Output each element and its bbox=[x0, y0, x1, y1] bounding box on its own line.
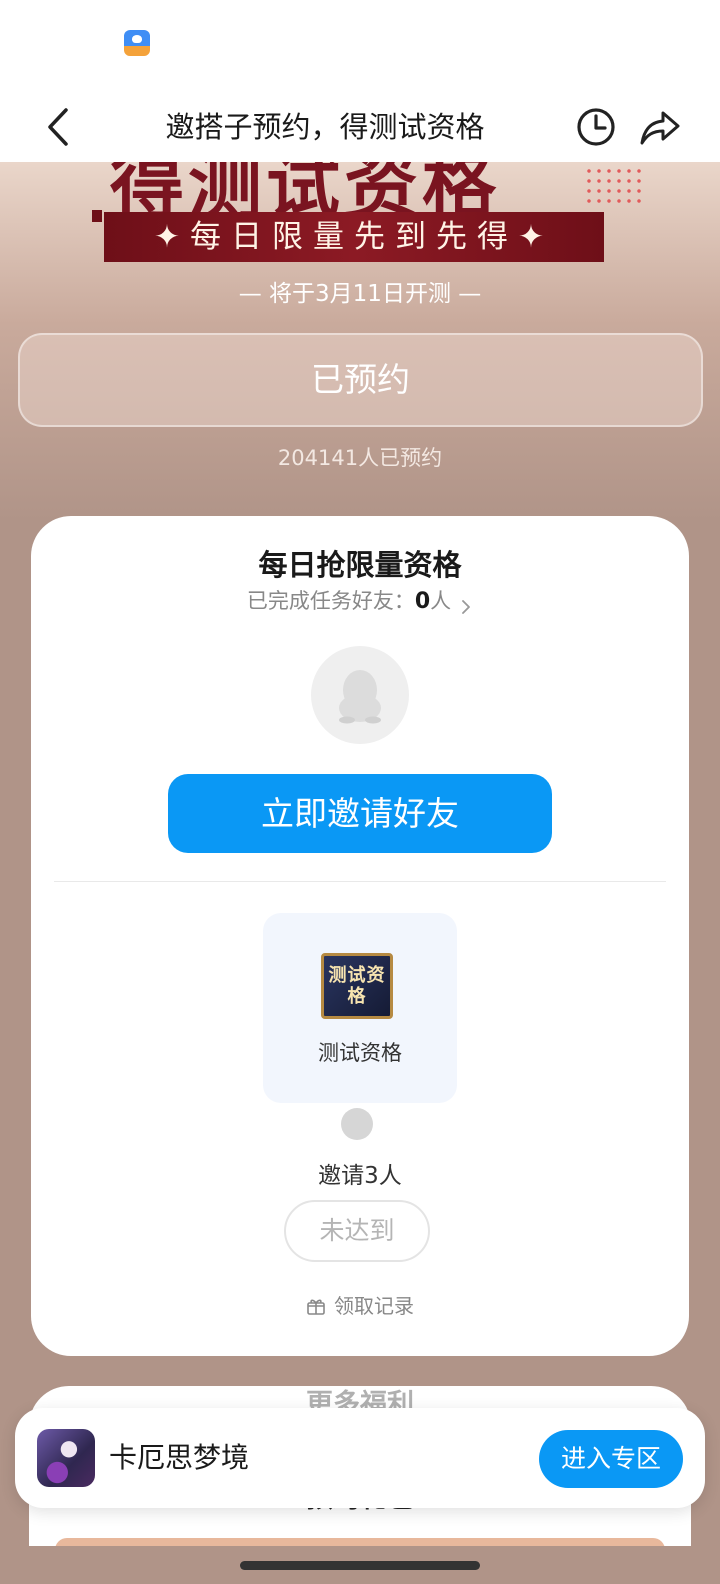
banner-decoration-dots bbox=[584, 166, 644, 206]
test-date-line: — 将于3月11日开测 — bbox=[238, 281, 482, 307]
gift-icon bbox=[306, 1296, 326, 1316]
not-reached-button[interactable]: 未达到 bbox=[284, 1200, 430, 1262]
reward-item: 测试资格 测试资格 bbox=[263, 913, 457, 1103]
reservation-count: 204141人已预约 bbox=[277, 446, 443, 470]
back-arrow-icon[interactable] bbox=[36, 102, 86, 152]
game-app-icon[interactable] bbox=[37, 1429, 95, 1487]
enter-zone-button[interactable]: 进入专区 bbox=[539, 1430, 683, 1488]
chevron-right-icon bbox=[459, 595, 473, 614]
test-qualification-badge-icon: 测试资格 bbox=[321, 953, 393, 1019]
friends-label: 已完成任务好友： bbox=[246, 589, 415, 613]
reserved-button[interactable]: 已预约 bbox=[18, 333, 703, 427]
share-arrow-icon[interactable] bbox=[638, 105, 682, 149]
banner-headline: 得测试资格 bbox=[110, 162, 500, 229]
friends-unit: 人 bbox=[430, 589, 452, 613]
friend-avatar-placeholder bbox=[311, 646, 409, 744]
penguin-icon bbox=[339, 670, 381, 724]
invite-friends-button[interactable]: 立即邀请好友 bbox=[168, 774, 552, 853]
ribbon-tab-decoration bbox=[92, 210, 102, 222]
completed-friends-link[interactable]: 已完成任务好友：0人 bbox=[31, 585, 689, 615]
gift-pack-banner-edge bbox=[55, 1538, 665, 1546]
banner-ribbon: ✦每日限量先到先得✦ bbox=[104, 212, 604, 262]
friends-count: 0 bbox=[414, 589, 431, 614]
game-name: 卡厄思梦境 bbox=[109, 1441, 250, 1474]
notification-app-icon bbox=[124, 30, 150, 56]
claim-record-label: 领取记录 bbox=[334, 1294, 414, 1318]
top-nav-bar: 邀搭子预约，得测试资格 bbox=[0, 92, 720, 162]
page-title: 邀搭子预约，得测试资格 bbox=[165, 110, 485, 144]
card-title: 每日抢限量资格 bbox=[258, 548, 462, 582]
status-bar bbox=[0, 0, 720, 92]
invite-task-card: 每日抢限量资格 已完成任务好友：0人 立即邀请好友 测试资格 测试资格 邀请3人… bbox=[31, 516, 689, 1356]
invite-goal-text: 邀请3人 bbox=[318, 1163, 402, 1189]
progress-dot bbox=[341, 1108, 373, 1140]
home-indicator[interactable] bbox=[240, 1561, 480, 1570]
app-entry-bar: 卡厄思梦境 进入专区 bbox=[15, 1408, 705, 1508]
reward-label: 测试资格 bbox=[318, 1041, 402, 1065]
history-clock-icon[interactable] bbox=[574, 105, 618, 149]
section-divider bbox=[54, 881, 666, 882]
claim-record-link[interactable]: 领取记录 bbox=[31, 1290, 689, 1319]
